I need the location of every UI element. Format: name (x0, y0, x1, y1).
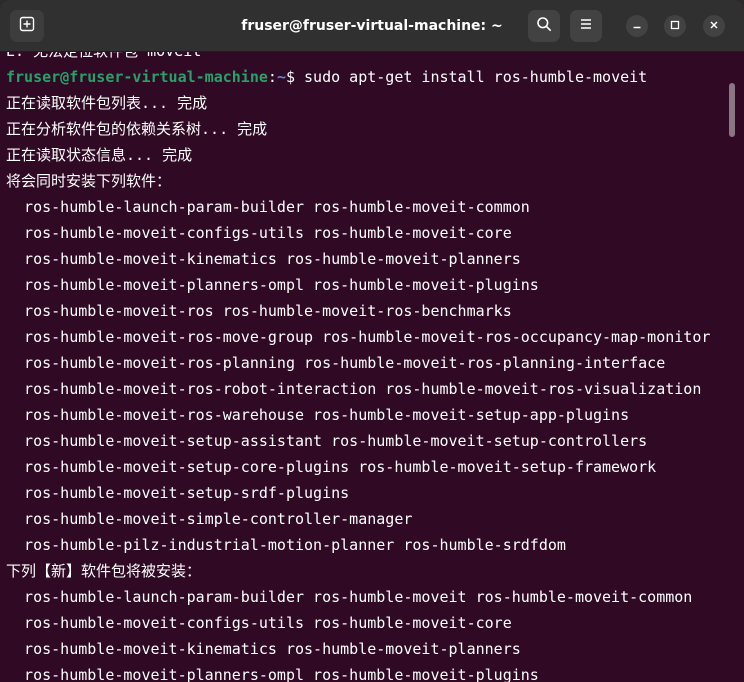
close-button[interactable] (703, 15, 725, 37)
prompt-path: ~ (276, 68, 286, 86)
terminal-line: ros-humble-moveit-setup-assistant ros-hu… (6, 432, 648, 450)
terminal-line: ros-humble-moveit-ros-planning ros-humbl… (6, 354, 666, 372)
terminal-line: ros-humble-moveit-simple-controller-mana… (6, 510, 413, 528)
minimize-button[interactable] (626, 15, 648, 37)
menu-button[interactable] (570, 10, 602, 42)
terminal-line: 正在分析软件包的依赖关系树... 完成 (6, 120, 268, 138)
terminal-line: ros-humble-moveit-ros ros-humble-moveit-… (6, 302, 512, 320)
terminal-line: ros-humble-moveit-configs-utils ros-humb… (6, 224, 512, 242)
hamburger-menu-icon (579, 17, 593, 36)
terminal-line: ros-humble-moveit-planners-ompl ros-humb… (6, 666, 539, 682)
close-icon (709, 17, 719, 35)
title-bar[interactable]: fruser@fruser-virtual-machine: ~ (0, 0, 744, 52)
terminal-line: ros-humble-moveit-kinematics ros-humble-… (6, 640, 521, 658)
terminal-line: ros-humble-moveit-configs-utils ros-humb… (6, 614, 512, 632)
terminal-line: 正在读取状态信息... 完成 (6, 146, 193, 164)
search-icon (536, 16, 552, 37)
prompt-dollar: $ (285, 68, 305, 86)
terminal-prompt-line: fruser@fruser-virtual-machine:~$ sudo ap… (6, 64, 647, 90)
new-tab-button[interactable] (10, 10, 44, 42)
terminal-line: ros-humble-launch-param-builder ros-humb… (6, 588, 693, 606)
terminal-line: ros-humble-moveit-kinematics ros-humble-… (6, 250, 521, 268)
maximize-icon (670, 17, 680, 35)
prompt-separator: : (267, 68, 277, 86)
terminal-line-partial: E: 无法定位软件包 moveit (6, 52, 201, 64)
terminal-line: ros-humble-moveit-planners-ompl ros-humb… (6, 276, 539, 294)
terminal-line: ros-humble-pilz-industrial-motion-planne… (6, 536, 566, 554)
prompt-command: sudo apt-get install ros-humble-moveit (304, 68, 648, 86)
terminal-line: ros-humble-moveit-ros-warehouse ros-humb… (6, 406, 630, 424)
terminal-line: ros-humble-moveit-setup-srdf-plugins (6, 484, 350, 502)
minimize-icon (632, 17, 642, 35)
new-tab-icon (19, 16, 35, 37)
terminal-output[interactable]: E: 无法定位软件包 moveit fruser@fruser-virtual-… (0, 52, 744, 682)
terminal-window: fruser@fruser-virtual-machine: ~ fruser@… (0, 0, 744, 682)
maximize-button[interactable] (664, 15, 686, 37)
terminal-line: ros-humble-moveit-ros-robot-interaction … (6, 380, 702, 398)
terminal-line: 下列【新】软件包将被安装： (6, 562, 202, 580)
search-button[interactable] (528, 10, 560, 42)
prompt-user-host: fruser@fruser-virtual-machine (6, 68, 268, 86)
terminal-line: ros-humble-moveit-ros-move-group ros-hum… (6, 328, 711, 346)
terminal-scrollbar[interactable] (729, 83, 735, 137)
terminal-line: ros-humble-moveit-setup-core-plugins ros… (6, 458, 657, 476)
terminal-line: 将会同时安装下列软件： (6, 172, 172, 190)
terminal-line: 正在读取软件包列表... 完成 (6, 94, 208, 112)
terminal-line: ros-humble-launch-param-builder ros-humb… (6, 198, 530, 216)
